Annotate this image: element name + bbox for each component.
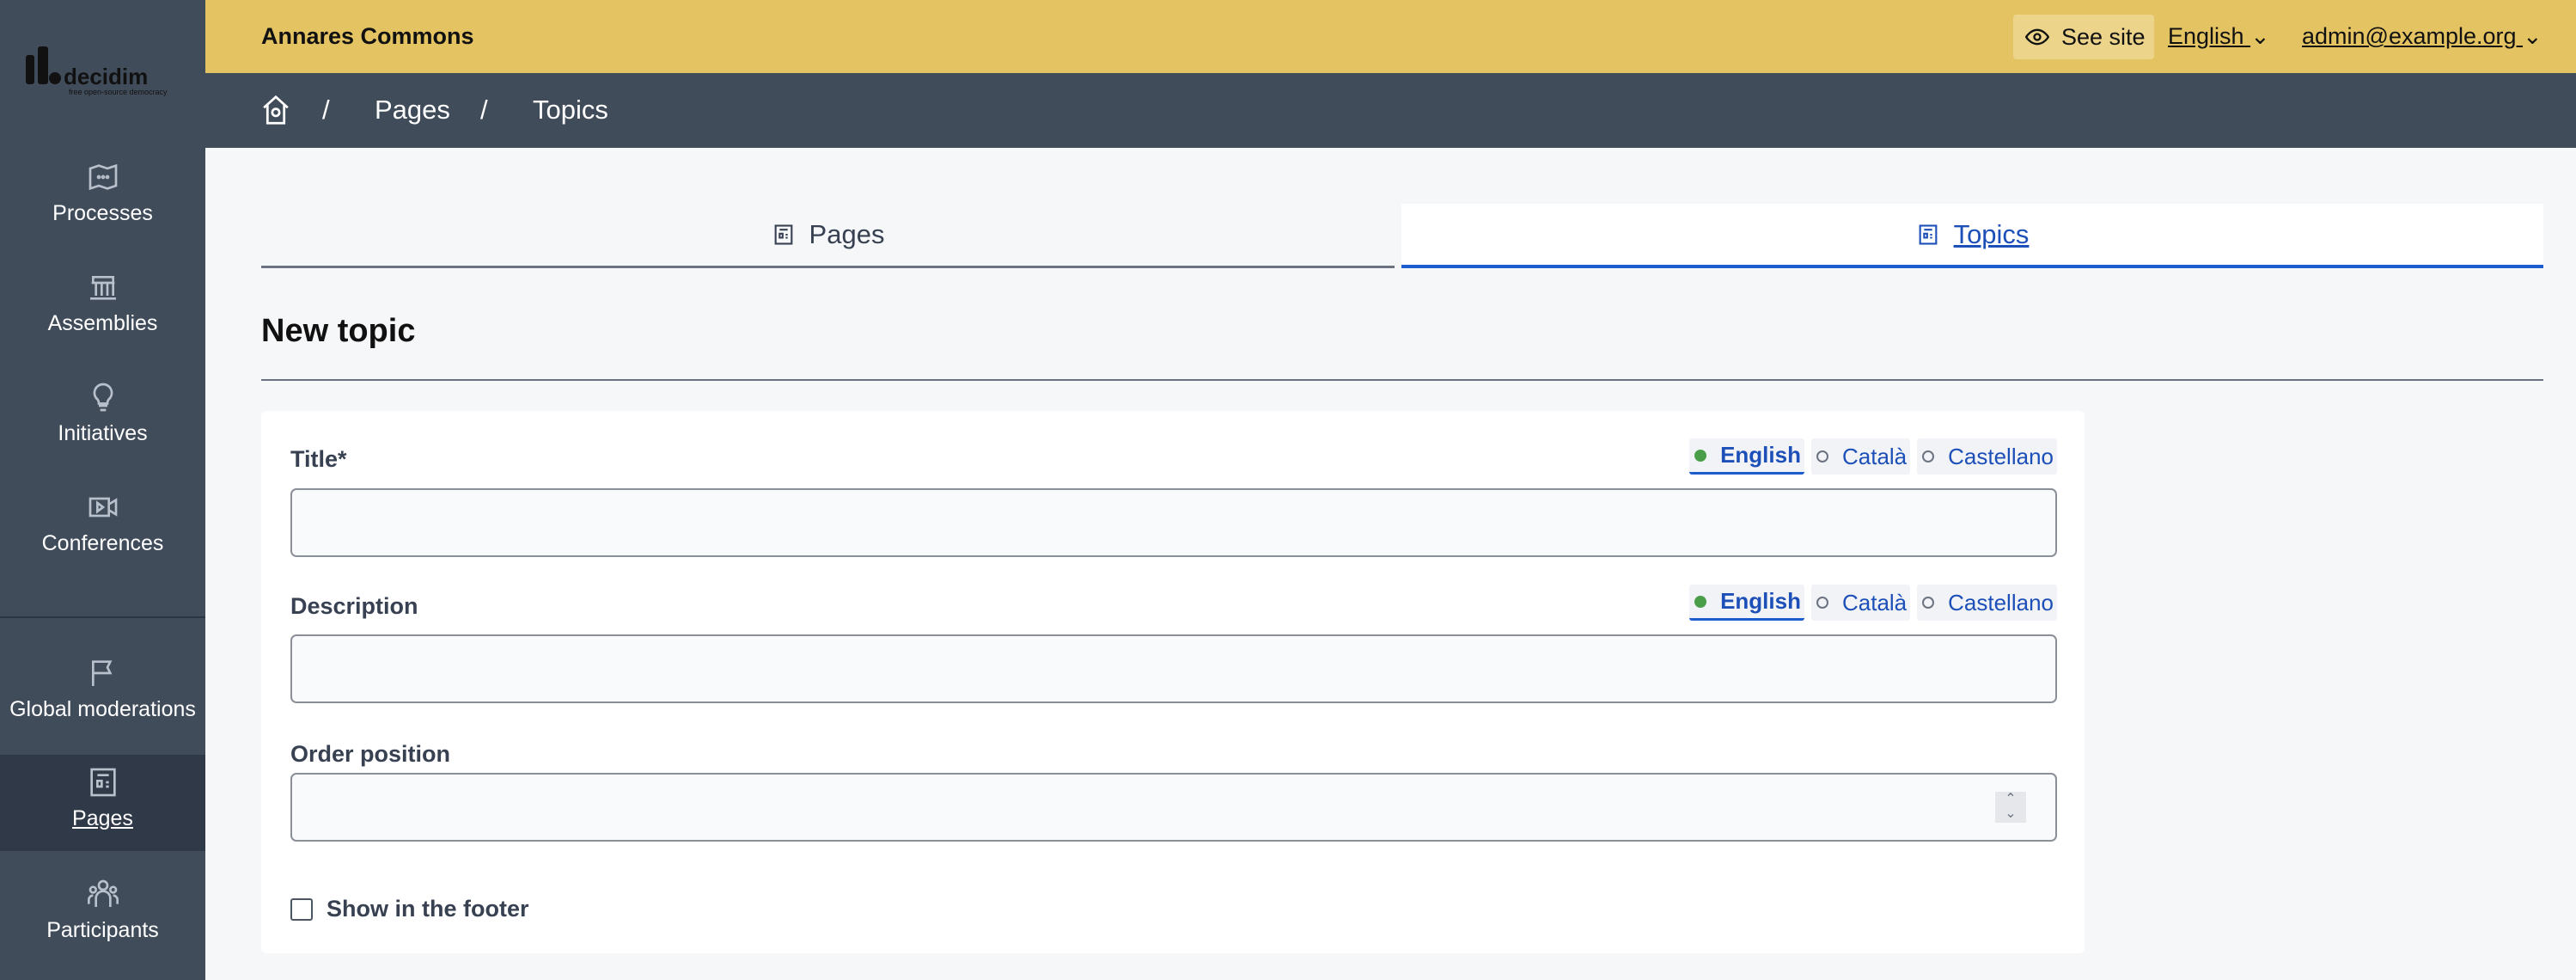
language-selector[interactable]: English ⌄ <box>2168 23 2270 50</box>
tab-pages[interactable]: Pages <box>261 204 1395 268</box>
title-label: Title* <box>290 446 347 472</box>
empty-dot-icon <box>1922 597 1935 609</box>
lang-tab-catala[interactable]: Català <box>1810 585 1911 621</box>
participants-icon <box>87 879 119 907</box>
filled-dot-icon <box>1694 449 1707 462</box>
description-input[interactable] <box>290 634 2057 703</box>
lang-tab-english[interactable]: English <box>1689 438 1804 475</box>
order-position-label: Order position <box>290 741 451 767</box>
pages-icon <box>774 224 792 245</box>
title-language-tabs: English Català Castellano <box>1689 438 2057 475</box>
filled-dot-icon <box>1694 595 1707 608</box>
video-icon <box>89 497 117 518</box>
home-settings-icon[interactable] <box>261 95 290 126</box>
tab-topics[interactable]: Topics <box>1401 204 2543 268</box>
svg-text:decidim: decidim <box>64 64 148 89</box>
eye-icon <box>2025 28 2049 46</box>
description-label: Description <box>290 593 418 619</box>
see-site-button[interactable]: See site <box>2013 15 2154 59</box>
breadcrumb: / Pages / Topics <box>205 73 2576 148</box>
pages-icon <box>1919 224 1937 245</box>
decidim-logo[interactable]: decidim free open-source democracy <box>26 45 189 96</box>
lang-tab-castellano[interactable]: Castellano <box>1917 585 2057 621</box>
flag-icon <box>91 660 112 686</box>
divider <box>261 379 2543 381</box>
sidebar-item-conferences[interactable]: Conferences <box>0 490 205 586</box>
breadcrumb-separator: / <box>322 95 330 125</box>
empty-dot-icon <box>1922 450 1935 462</box>
page-title: New topic <box>261 313 416 349</box>
topic-form: Title* English Català Castellano Descrip… <box>261 411 2085 953</box>
svg-text:free open-source democracy: free open-source democracy <box>69 88 168 96</box>
organization-name: Annares Commons <box>261 23 474 49</box>
sidebar: decidim free open-source democracy Proce… <box>0 0 205 980</box>
pages-icon <box>89 768 116 797</box>
sidebar-item-global-moderations[interactable]: Global moderations <box>0 656 205 752</box>
breadcrumb-pages[interactable]: Pages <box>375 95 450 126</box>
sidebar-item-participants[interactable]: Participants <box>0 877 205 973</box>
sidebar-item-assemblies[interactable]: Assemblies <box>0 270 205 366</box>
show-in-footer-checkbox[interactable]: Show in the footer <box>290 896 529 922</box>
empty-dot-icon <box>1816 450 1828 462</box>
empty-dot-icon <box>1816 597 1828 609</box>
top-bar: Annares Commons See site English ⌄ admin… <box>205 0 2576 73</box>
breadcrumb-topics: Topics <box>533 95 608 125</box>
map-icon <box>89 163 117 191</box>
title-input[interactable] <box>290 488 2057 557</box>
sidebar-item-processes[interactable]: Processes <box>0 160 205 256</box>
user-menu[interactable]: admin@example.org ⌄ <box>2302 23 2542 50</box>
sidebar-divider <box>0 616 205 618</box>
chevron-down-icon: ⌄ <box>2250 23 2270 49</box>
order-position-input[interactable]: ⌃ ⌄ <box>290 773 2057 842</box>
lang-tab-castellano[interactable]: Castellano <box>1917 438 2057 475</box>
lang-tab-english[interactable]: English <box>1689 585 1804 621</box>
sidebar-item-pages[interactable]: Pages <box>0 755 205 851</box>
description-language-tabs: English Català Castellano <box>1689 585 2057 621</box>
number-spinner[interactable]: ⌃ ⌄ <box>1995 792 2026 823</box>
lightbulb-icon <box>93 383 113 412</box>
breadcrumb-separator: / <box>480 95 488 125</box>
sidebar-item-initiatives[interactable]: Initiatives <box>0 380 205 476</box>
building-icon <box>89 276 116 300</box>
checkbox[interactable] <box>290 897 313 921</box>
lang-tab-catala[interactable]: Català <box>1810 438 1911 475</box>
chevron-down-icon: ⌄ <box>2523 23 2542 49</box>
